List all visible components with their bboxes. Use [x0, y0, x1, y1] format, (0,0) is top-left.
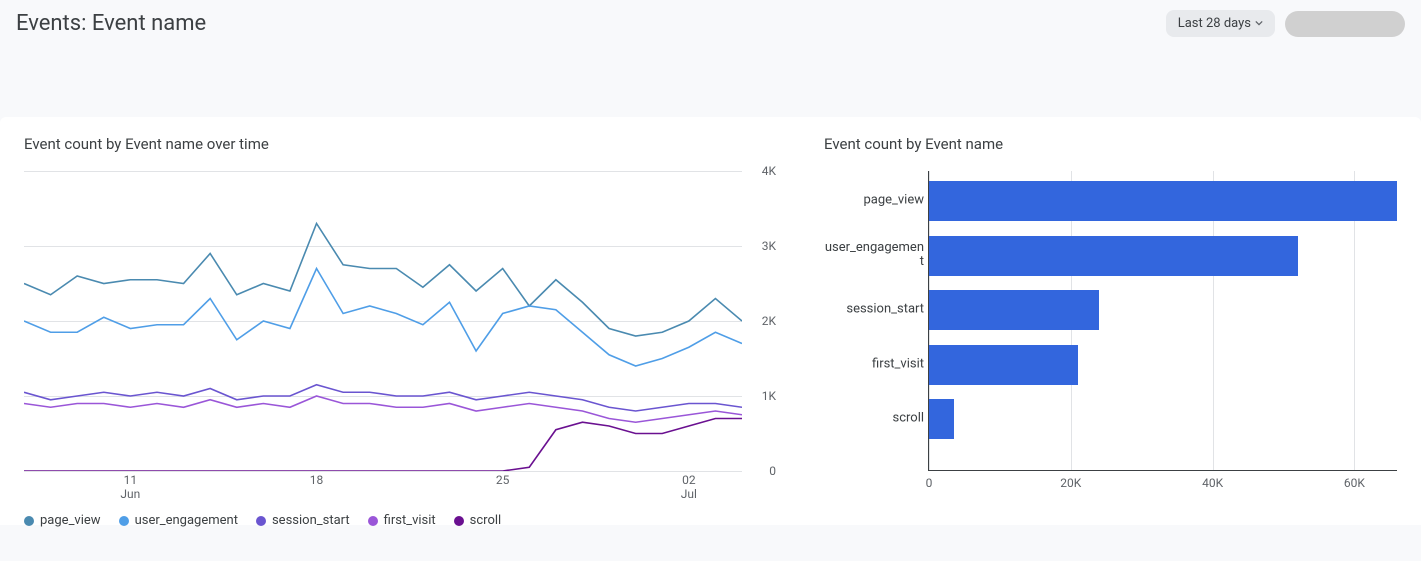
line-chart-xaxis: 11Jun 18 25 02Jul: [24, 471, 742, 505]
x-tick-label: 40K: [1202, 476, 1223, 490]
legend-item-session_start[interactable]: session_start: [256, 513, 350, 528]
legend-label: scroll: [470, 513, 502, 528]
series-user_engagement: [24, 269, 742, 367]
bar-label-scroll: scroll: [824, 412, 924, 427]
line-chart-yaxis: 01K2K3K4K: [742, 171, 776, 471]
bar-label-first_visit: first_visit: [824, 357, 924, 372]
bar-label-session_start: session_start: [824, 303, 924, 318]
legend-dot-icon: [24, 516, 34, 526]
legend-label: user_engagement: [135, 513, 238, 528]
legend-dot-icon: [256, 516, 266, 526]
legend-dot-icon: [119, 516, 129, 526]
legend-dot-icon: [454, 516, 464, 526]
line-chart-title: Event count by Event name over time: [24, 135, 776, 153]
legend-label: first_visit: [384, 513, 436, 528]
series-first_visit: [24, 396, 742, 422]
legend-item-scroll[interactable]: scroll: [454, 513, 502, 528]
x-tick-label: 20K: [1060, 476, 1081, 490]
bar-first_visit: [929, 345, 1078, 385]
bar-chart: page_viewuser_engagementsession_startfir…: [928, 171, 1397, 561]
x-tick-label: 18: [310, 473, 324, 487]
bar-chart-title: Event count by Event name: [824, 135, 1397, 153]
line-chart-svg: [24, 171, 742, 471]
legend-label: session_start: [272, 513, 350, 528]
bar-page_view: [929, 181, 1397, 221]
panel-bar-chart: Event count by Event name page_view user_…: [800, 135, 1421, 525]
chevron-down-icon: [1255, 16, 1263, 31]
line-chart-legend: page_view user_engagement session_start fir…: [24, 513, 776, 528]
bar-scroll: [929, 399, 954, 439]
y-tick-label: 4K: [762, 164, 776, 178]
bar-chart-plot: 020K40K60K: [928, 171, 1397, 471]
bar-chart-ylabels: page_view user_engagement session_startfir…: [824, 171, 924, 561]
bar-label-page_view: page_view: [824, 194, 924, 209]
x-tick-label: 11Jun: [120, 473, 140, 502]
legend-label: page_view: [40, 513, 101, 528]
x-tick-label: 25: [496, 473, 510, 487]
bar-session_start: [929, 290, 1099, 330]
series-page_view: [24, 224, 742, 337]
series-scroll: [24, 419, 742, 472]
y-tick-label: 0: [769, 464, 776, 478]
x-tick-label: 02Jul: [681, 473, 697, 502]
legend-item-user_engagement[interactable]: user_engagement: [119, 513, 238, 528]
bar-label-user_engagement: user_engagement: [824, 241, 924, 271]
legend-item-first_visit[interactable]: first_visit: [368, 513, 436, 528]
line-chart-plot: [24, 171, 742, 471]
x-tick-label: 60K: [1344, 476, 1365, 490]
y-tick-label: 1K: [762, 389, 776, 403]
header: Events: Event name Last 28 days: [0, 0, 1421, 37]
date-range-chip[interactable]: Last 28 days: [1166, 10, 1275, 37]
x-tick-label: 0: [926, 476, 933, 490]
legend-item-page_view[interactable]: page_view: [24, 513, 101, 528]
y-tick-label: 2K: [762, 314, 776, 328]
bar-user_engagement: [929, 236, 1298, 276]
redacted-control[interactable]: [1285, 11, 1405, 37]
header-controls: Last 28 days: [1166, 10, 1405, 37]
legend-dot-icon: [368, 516, 378, 526]
y-tick-label: 3K: [762, 239, 776, 253]
date-range-label: Last 28 days: [1178, 16, 1251, 31]
panel-line-chart: Event count by Event name over time 0 1K 2…: [0, 135, 800, 525]
panels: Event count by Event name over time 0 1K 2…: [0, 117, 1421, 525]
line-chart: 01K2K3K4K: [24, 171, 776, 471]
page-title: Events: Event name: [16, 11, 206, 36]
